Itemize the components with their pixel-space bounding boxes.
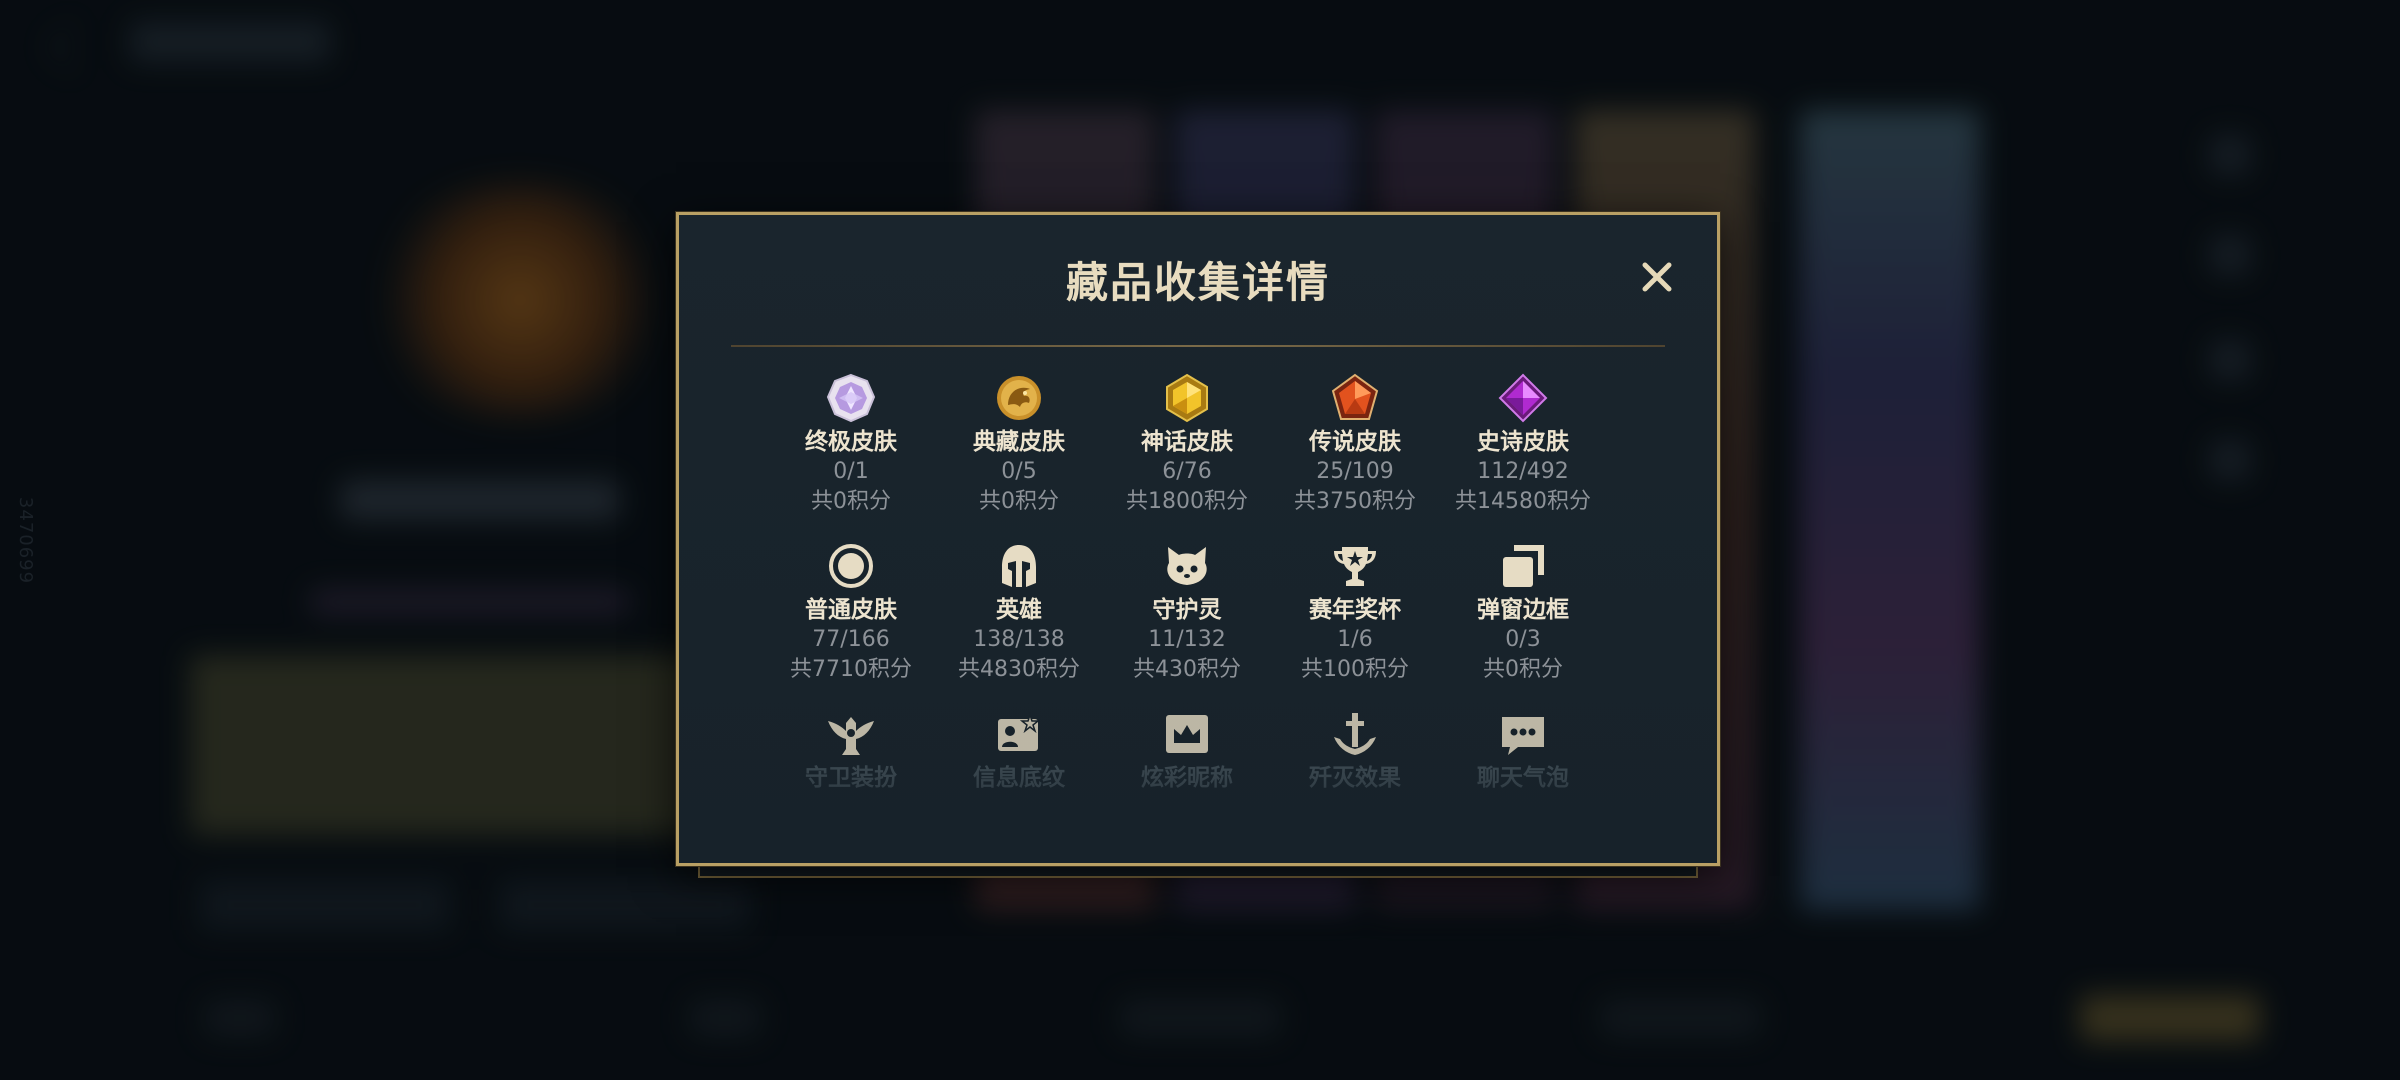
collection-item[interactable]: 信息底纹 [935, 709, 1103, 839]
item-points: 共3750积分 [1294, 489, 1416, 514]
item-name: 弹窗边框 [1477, 597, 1569, 623]
item-count: 0/1 [833, 459, 869, 484]
item-name: 终极皮肤 [805, 429, 897, 455]
info-card-icon [998, 712, 1041, 751]
item-points: 共0积分 [1483, 657, 1563, 682]
item-name: 普通皮肤 [805, 597, 897, 623]
item-points: 共430积分 [1133, 657, 1241, 682]
item-name: 传说皮肤 [1309, 429, 1401, 455]
collection-item[interactable]: 赛年奖杯 1/6 共100积分 [1271, 541, 1439, 709]
collection-item[interactable]: 守护灵 11/132 共430积分 [1103, 541, 1271, 709]
collection-item[interactable]: 传说皮肤 25/109 共3750积分 [1271, 373, 1439, 541]
collection-item[interactable]: 神话皮肤 6/76 共1800积分 [1103, 373, 1271, 541]
item-points: 共4830积分 [958, 657, 1080, 682]
item-points: 共0积分 [979, 489, 1059, 514]
season-trophy-icon [1334, 547, 1376, 586]
ultimate-skin-gem-icon [826, 373, 876, 423]
item-count: 6/76 [1162, 459, 1212, 484]
collection-row: 终极皮肤 0/1 共0积分 典藏皮肤 0/5 共0积分 神话皮肤 6/76 共1… [767, 373, 1607, 541]
item-count: 11/132 [1148, 627, 1226, 652]
collection-item[interactable]: 炫彩昵称 [1103, 709, 1271, 839]
collection-item[interactable]: 普通皮肤 77/166 共7710积分 [767, 541, 935, 709]
item-name: 赛年奖杯 [1309, 597, 1401, 623]
close-icon[interactable] [1639, 259, 1675, 295]
collection-item[interactable]: 歼灭效果 [1271, 709, 1439, 839]
item-name: 英雄 [996, 597, 1042, 623]
item-points: 共0积分 [811, 489, 891, 514]
item-points: 共14580积分 [1455, 489, 1591, 514]
item-points: 共1800积分 [1126, 489, 1248, 514]
item-points: 共7710积分 [790, 657, 912, 682]
collection-item[interactable]: 聊天气泡 [1439, 709, 1607, 839]
collection-item[interactable]: 终极皮肤 0/1 共0积分 [767, 373, 935, 541]
legendary-skin-gem-icon [1331, 373, 1379, 420]
item-name: 典藏皮肤 [973, 429, 1065, 455]
item-count: 25/109 [1316, 459, 1394, 484]
popup-frame-icon [1503, 545, 1544, 587]
item-count: 0/5 [1001, 459, 1037, 484]
item-count: 138/138 [973, 627, 1065, 652]
chat-bubble-icon [1502, 717, 1544, 755]
anchor-elimination-icon [1334, 713, 1376, 755]
collection-item[interactable]: 守卫装扮 [767, 709, 935, 839]
collection-item[interactable]: 史诗皮肤 112/492 共14580积分 [1439, 373, 1607, 541]
title-divider [731, 345, 1665, 347]
item-count: 77/166 [812, 627, 890, 652]
guardian-spirit-icon [1167, 547, 1207, 585]
item-name: 史诗皮肤 [1477, 429, 1569, 455]
common-skin-circle-icon [829, 544, 873, 588]
item-name: 守护灵 [1152, 597, 1222, 623]
collection-item[interactable]: 英雄 138/138 共4830积分 [935, 541, 1103, 709]
champion-helmet-icon [1002, 545, 1036, 587]
epic-skin-gem-icon [1498, 373, 1548, 423]
item-name: 歼灭效果 [1309, 765, 1401, 791]
collection-row: 普通皮肤 77/166 共7710积分 英雄 138/138 共4830积分 守… [767, 541, 1607, 709]
item-count: 112/492 [1477, 459, 1569, 484]
item-points: 共100积分 [1301, 657, 1409, 682]
collection-row: 守卫装扮 信息底纹 炫彩昵称 歼灭效果 聊天气泡 [767, 709, 1607, 839]
prestige-skin-dragon-icon [997, 376, 1041, 420]
item-count: 1/6 [1337, 627, 1373, 652]
item-name: 神话皮肤 [1141, 429, 1233, 455]
item-name: 炫彩昵称 [1141, 765, 1233, 791]
modal-title: 藏品收集详情 [1065, 258, 1330, 307]
item-count: 0/3 [1505, 627, 1541, 652]
item-name: 守卫装扮 [805, 765, 897, 791]
guardian-outfit-icon [828, 717, 874, 755]
crown-nickname-icon [1166, 715, 1208, 753]
item-name: 信息底纹 [973, 765, 1065, 791]
collection-grid: 终极皮肤 0/1 共0积分 典藏皮肤 0/5 共0积分 神话皮肤 6/76 共1… [767, 373, 1607, 839]
collection-item[interactable]: 弹窗边框 0/3 共0积分 [1439, 541, 1607, 709]
collection-item[interactable]: 典藏皮肤 0/5 共0积分 [935, 373, 1103, 541]
collection-details-modal: 藏品收集详情 终极皮肤 0/1 共0积分 典藏皮肤 0/5 共0积分 神话皮肤 … [676, 212, 1720, 866]
item-name: 聊天气泡 [1477, 765, 1569, 791]
mythic-skin-gem-icon [1166, 373, 1208, 423]
